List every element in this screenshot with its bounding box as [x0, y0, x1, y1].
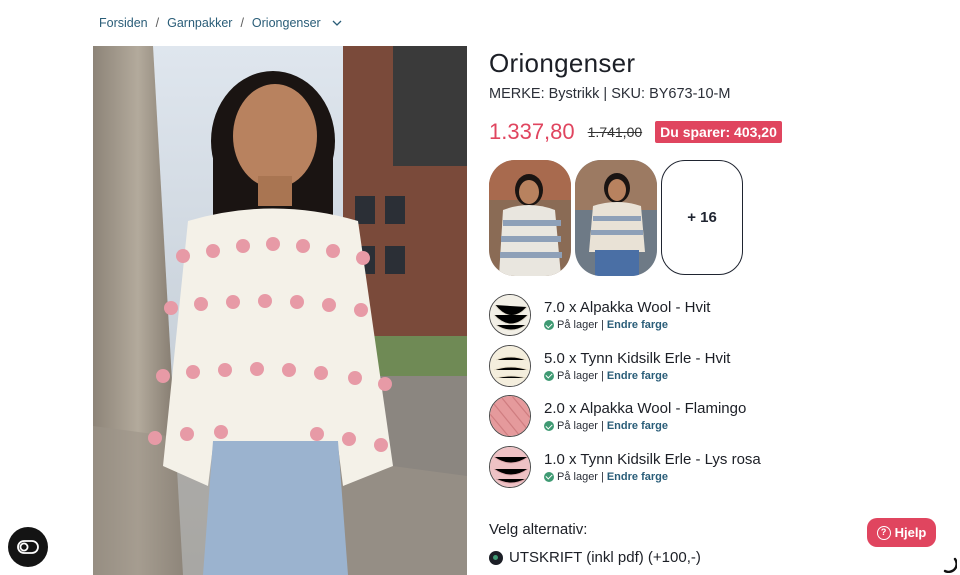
option-label: UTSKRIFT (inkl pdf) (+100,-)	[509, 549, 701, 566]
yarn-swatch[interactable]	[489, 445, 531, 488]
stock-label: På lager	[557, 319, 598, 331]
check-circle-icon	[544, 421, 554, 431]
stock-label: På lager	[557, 420, 598, 432]
help-button[interactable]: ? Hjelp	[867, 518, 936, 547]
chevron-down-icon[interactable]	[331, 17, 343, 29]
stock-label: På lager	[557, 470, 598, 483]
breadcrumb: Forsiden / Garnpakker / Oriongenser	[99, 16, 343, 30]
help-label: Hjelp	[894, 525, 927, 540]
product-title: Oriongenser	[489, 48, 636, 78]
list-item: 2.0 x Alpakka Wool - Flamingo På lager |…	[489, 395, 761, 446]
check-circle-icon	[544, 320, 554, 330]
gallery-more-button[interactable]: + 16	[661, 160, 743, 275]
change-color-link[interactable]: Endre farge	[607, 471, 668, 483]
change-color-link[interactable]: Endre farge	[607, 319, 668, 331]
breadcrumb-category[interactable]: Garnpakker	[167, 16, 232, 30]
check-circle-icon	[544, 471, 554, 482]
check-circle-icon	[544, 370, 554, 381]
option-print[interactable]: UTSKRIFT (inkl pdf) (+100,-)	[489, 549, 701, 566]
current-price: 1.337,80	[489, 119, 575, 144]
yarn-swatch[interactable]	[489, 294, 531, 336]
original-price: 1.741,00	[587, 124, 643, 140]
product-main-image[interactable]	[93, 46, 467, 575]
stock-label: På lager	[557, 369, 598, 382]
breadcrumb-separator: /	[155, 16, 160, 30]
accessibility-toggle-icon	[17, 540, 39, 554]
accessibility-toggle-button[interactable]	[8, 527, 48, 567]
loading-spinner-icon	[943, 557, 957, 573]
stock-status: På lager | Endre farge	[544, 319, 710, 331]
stock-status: På lager | Endre farge	[544, 370, 730, 382]
product-meta: MERKE: Bystrikk | SKU: BY673-10-M	[489, 86, 731, 102]
breadcrumb-home[interactable]: Forsiden	[99, 16, 148, 30]
radio-selected-icon[interactable]	[489, 550, 503, 565]
breadcrumb-current[interactable]: Oriongenser	[252, 16, 321, 30]
yarn-name: 7.0 x Alpakka Wool - Hvit	[544, 299, 711, 316]
list-item: 5.0 x Tynn Kidsilk Erle - Hvit På lager …	[489, 344, 761, 396]
list-item: 7.0 x Alpakka Wool - Hvit På lager | End…	[489, 294, 761, 345]
change-color-link[interactable]: Endre farge	[607, 370, 668, 382]
breadcrumb-separator: /	[240, 16, 244, 30]
change-color-link[interactable]: Endre farge	[607, 420, 668, 432]
savings-badge: Du sparer: 403,20	[655, 121, 782, 143]
options-label: Velg alternativ:	[489, 521, 588, 538]
yarn-swatch[interactable]	[489, 344, 531, 387]
gallery-thumb-2[interactable]	[575, 160, 657, 276]
yarn-name: 1.0 x Tynn Kidsilk Erle - Lys rosa	[544, 450, 761, 468]
price-row: 1.337,80 1.741,00 Du sparer: 403,20	[489, 119, 782, 145]
stock-status: På lager | Endre farge	[544, 420, 746, 432]
yarn-list: 7.0 x Alpakka Wool - Hvit På lager | End…	[489, 294, 761, 496]
yarn-swatch[interactable]	[489, 395, 531, 437]
question-icon: ?	[876, 525, 891, 540]
yarn-name: 5.0 x Tynn Kidsilk Erle - Hvit	[544, 349, 731, 367]
gallery-thumb-1[interactable]	[489, 160, 571, 276]
gallery-thumbnails: + 16	[489, 160, 743, 276]
stock-status: På lager | Endre farge	[544, 471, 761, 483]
yarn-name: 2.0 x Alpakka Wool - Flamingo	[544, 400, 747, 417]
list-item: 1.0 x Tynn Kidsilk Erle - Lys rosa På la…	[489, 445, 761, 497]
